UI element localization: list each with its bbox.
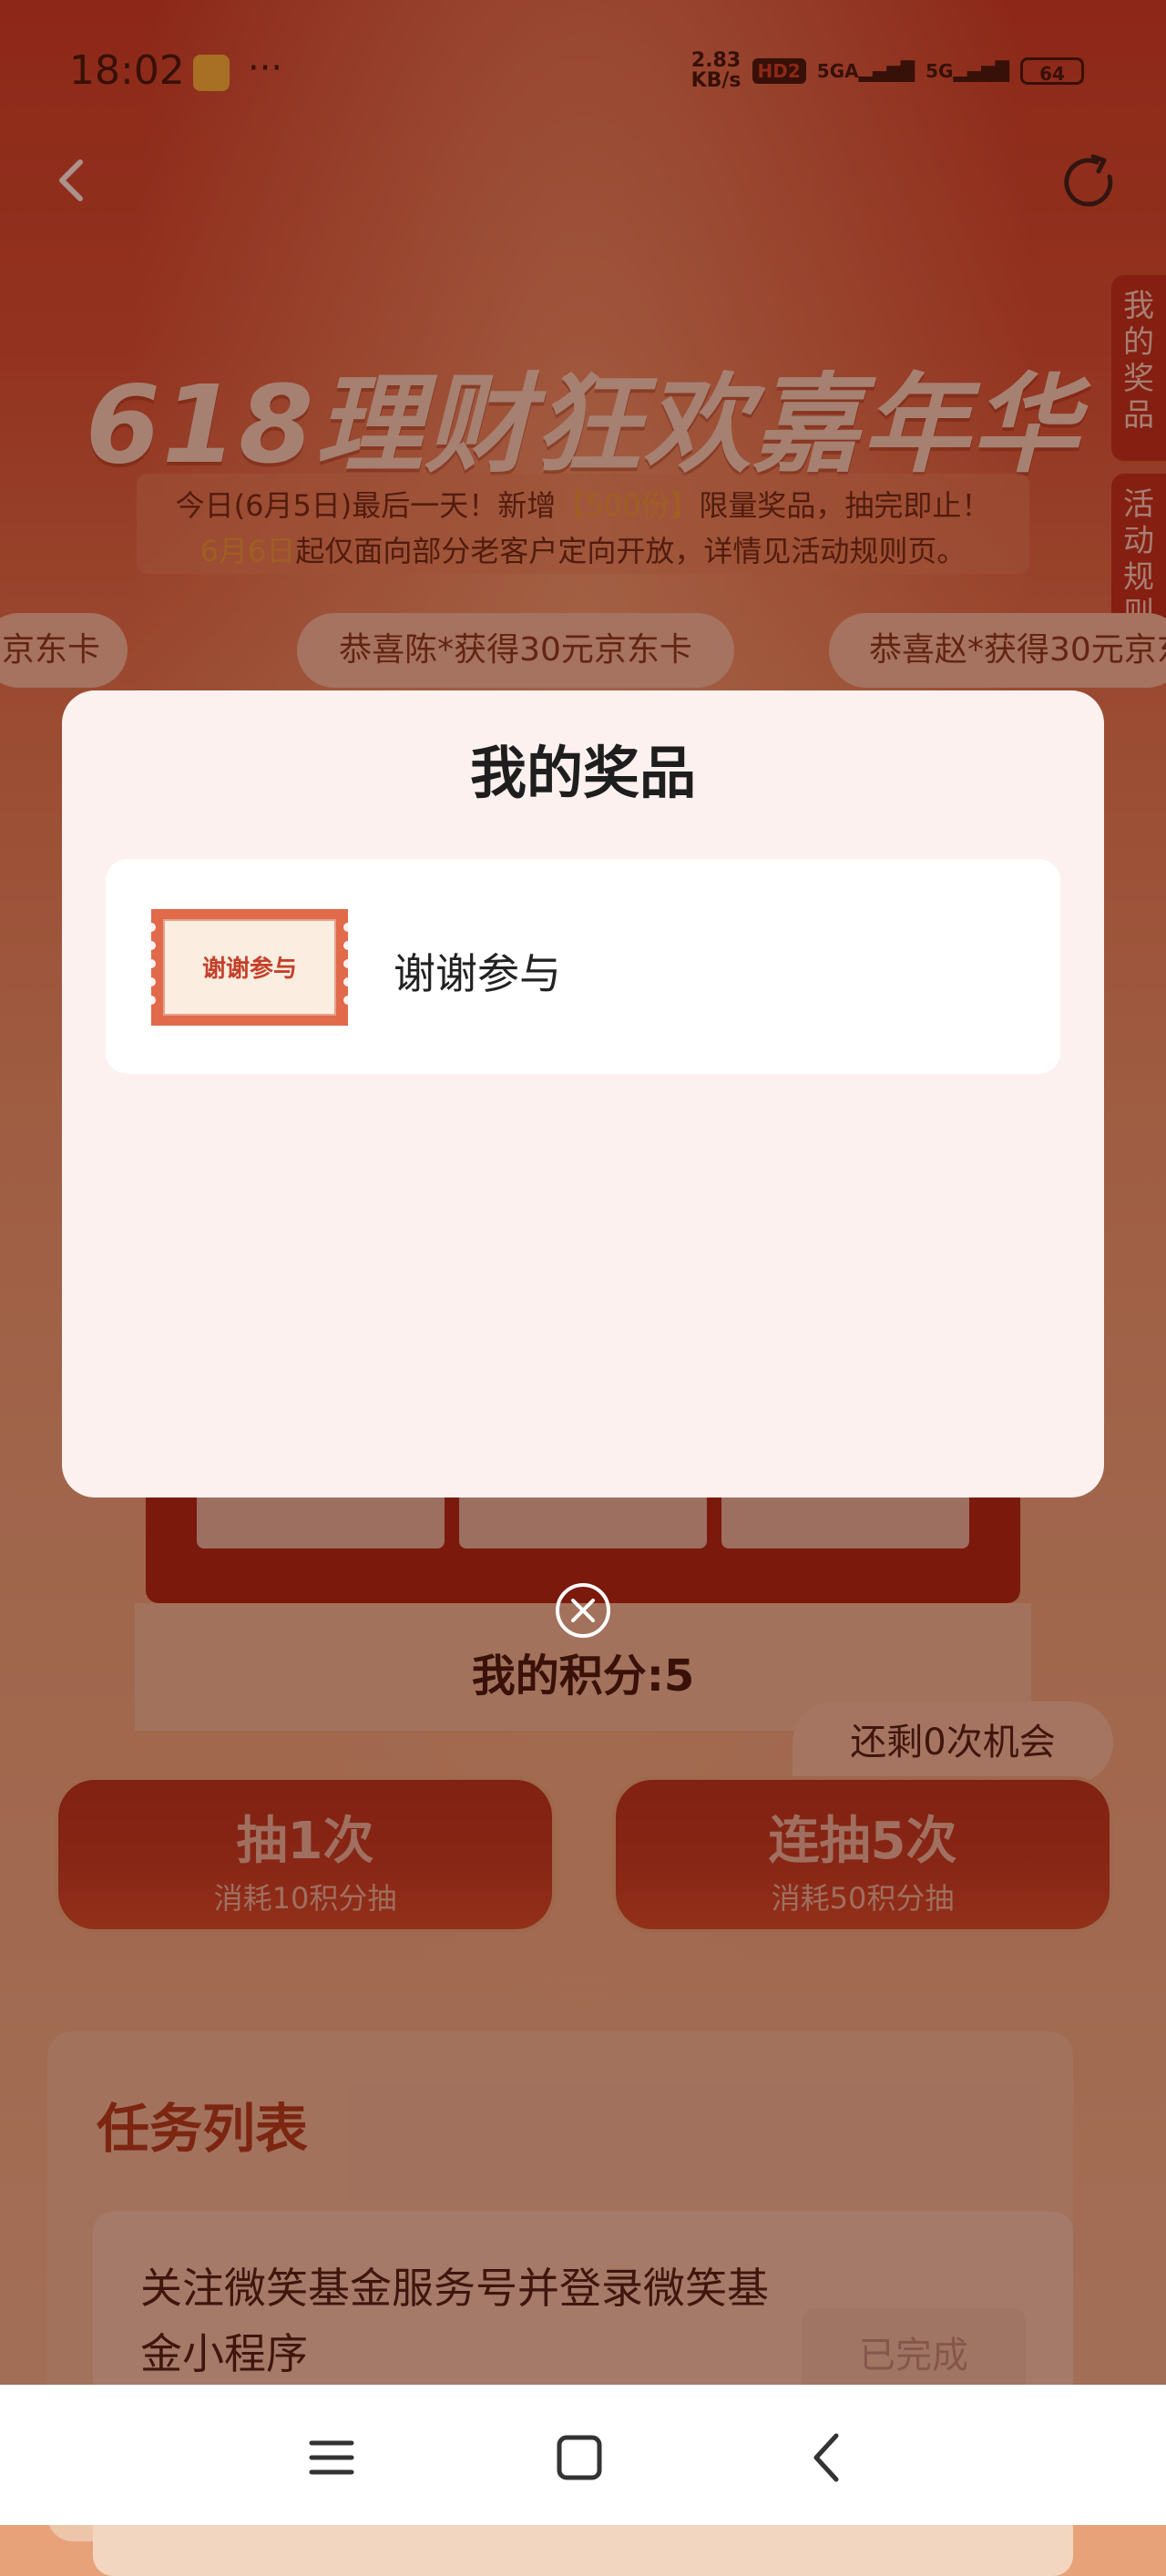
close-icon[interactable] — [554, 1581, 612, 1640]
modal-title: 我的奖品 — [469, 740, 696, 806]
ticket-text: 谢谢参与 — [202, 955, 297, 983]
prize-list-item[interactable]: 谢谢参与 谢谢参与 — [106, 859, 1060, 1074]
back-chevron-icon[interactable] — [791, 2421, 864, 2494]
system-nav-bar — [0, 2385, 1166, 2525]
menu-icon[interactable] — [295, 2421, 368, 2494]
prize-name: 谢谢参与 — [394, 949, 561, 998]
home-square-icon[interactable] — [543, 2421, 616, 2494]
my-prizes-modal: 我的奖品 谢谢参与 谢谢参与 — [62, 690, 1104, 1498]
ticket-icon: 谢谢参与 — [151, 909, 348, 1026]
